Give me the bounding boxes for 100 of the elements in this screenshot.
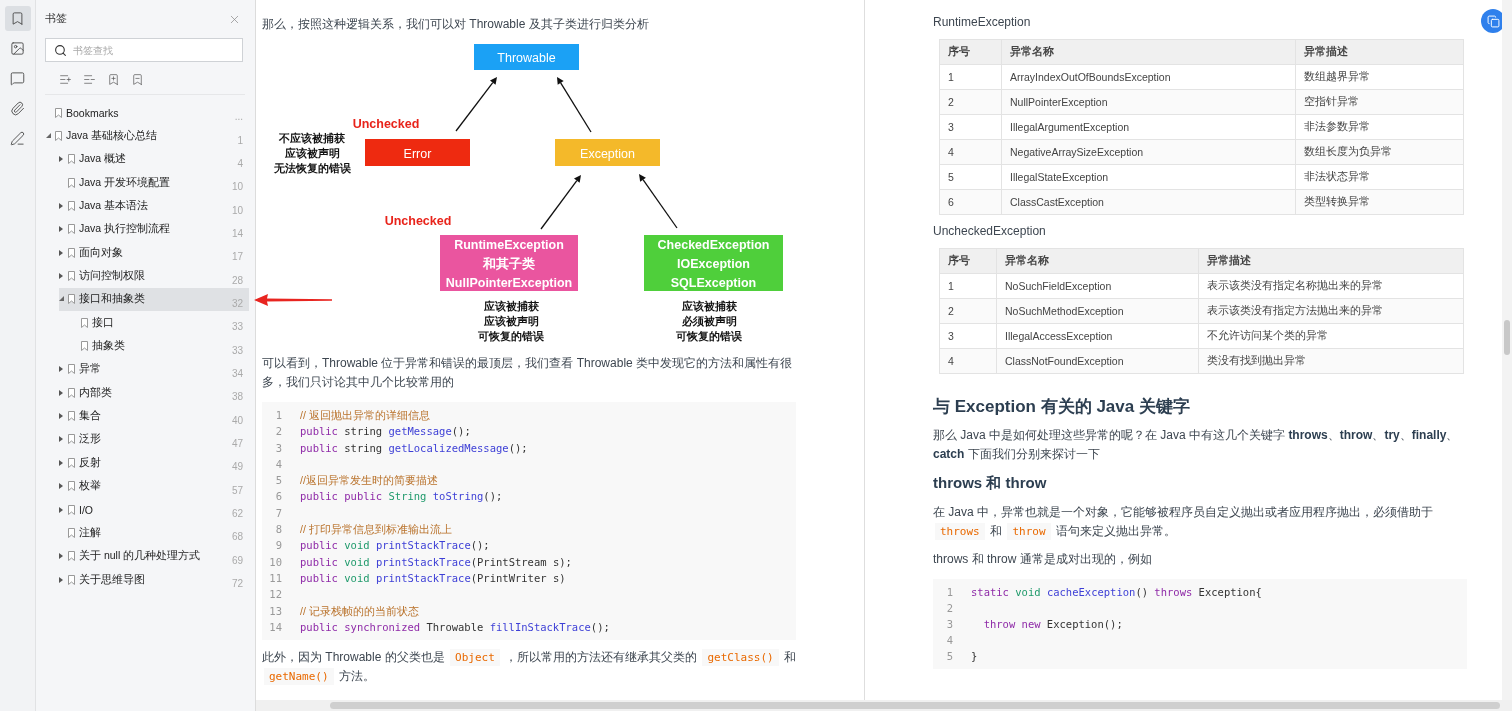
vertical-scrollbar[interactable]	[1502, 0, 1512, 700]
bookmark-icon	[68, 294, 75, 305]
caret-right-icon[interactable]	[59, 366, 64, 373]
code-line: public string getMessage();	[300, 424, 471, 440]
line-number: 11	[268, 570, 283, 586]
search-field[interactable]: 书签查找	[45, 38, 243, 62]
page-number: 72	[231, 577, 244, 590]
line-number: 13	[268, 603, 283, 619]
unchecked-label: Unchecked	[384, 214, 452, 228]
bookmark-item[interactable]: Java 开发环境配置 10	[59, 171, 249, 195]
page-number: 4	[237, 156, 244, 169]
paragraph-text: ，所以常用的方法还有继承其父类的	[504, 650, 699, 665]
table-cell: 数组长度为负异常	[1295, 139, 1464, 165]
code-line: // 返回抛出异常的详细信息	[300, 408, 430, 423]
paragraph: 可以看到，Throwable 位于异常和错误的最顶层，我们查看 Throwable 类中发现它的方法和属性有很多，我们只讨论其中几个比较常用的	[262, 355, 794, 391]
horizontal-scrollbar[interactable]	[256, 700, 1512, 711]
bookmark-icon	[68, 434, 75, 445]
bookmark-icon	[68, 481, 75, 492]
note-text: 不应该被捕获 应该被声明 无法恢复的错误	[273, 132, 351, 174]
table-cell: 空指针异常	[1295, 89, 1464, 115]
bookmark-item[interactable]: 反射 49	[59, 451, 249, 475]
caret-right-icon[interactable]	[59, 226, 64, 233]
bookmark-item[interactable]: 访问控制权限 28	[59, 264, 249, 288]
bookmark-icon	[68, 574, 75, 585]
bookmark-item[interactable]: Java 基础核心总结 1	[46, 124, 249, 148]
bookmark-item[interactable]: I/O 62	[59, 497, 249, 522]
bookmark-item[interactable]: 关于思维导图 72	[59, 567, 249, 592]
table-cell: 4	[939, 348, 997, 374]
column-header: 序号	[939, 39, 1002, 65]
diagram-node: Throwable	[474, 44, 579, 70]
bookmark-label: 访问控制权限	[79, 269, 145, 284]
page-number: 17	[231, 250, 244, 263]
caret-right-icon[interactable]	[59, 576, 64, 583]
floating-action-button[interactable]	[1481, 9, 1505, 33]
bookmark-item[interactable]: 接口 33	[72, 311, 249, 335]
table-cell: ClassNotFoundException	[996, 348, 1199, 374]
line-number: 3	[945, 617, 954, 632]
paragraph: 那么 Java 中是如何处理这些异常的呢？在 Java 中有这几个关键字 throws、throw、try、finally、catch 下面我们分别来探讨一下	[933, 427, 1460, 463]
caret-down-icon[interactable]	[46, 133, 51, 139]
line-number: 3	[274, 440, 283, 456]
table-cell: NullPointerException	[1001, 89, 1296, 115]
bookmark-item[interactable]: 关于 null 的几种处理方式 69	[59, 544, 249, 568]
bookmark-item[interactable]: 泛形 47	[59, 427, 249, 452]
bookmark-item[interactable]: 异常 34	[59, 357, 249, 382]
caret-right-icon[interactable]	[59, 249, 64, 256]
page-number: 10	[231, 180, 244, 193]
caret-down-icon[interactable]	[59, 296, 64, 303]
code-line: public void printStackTrace();	[300, 538, 490, 554]
bookmark-add-icon[interactable]	[107, 73, 120, 86]
code-line: //返回异常发生时的简要描述	[300, 473, 438, 489]
page-number: 40	[231, 413, 244, 426]
page-number: 69	[231, 553, 244, 566]
caret-right-icon[interactable]	[59, 483, 64, 490]
page-number: 49	[231, 460, 244, 473]
table-cell: 4	[939, 139, 1002, 165]
caret-right-icon[interactable]	[59, 553, 64, 560]
caret-right-icon[interactable]	[59, 506, 64, 513]
diagram-node: Error	[365, 139, 470, 166]
table-cell: 2	[939, 298, 997, 324]
page-number: 28	[231, 273, 244, 286]
inline-code: throw	[1007, 523, 1051, 540]
bookmark-icon[interactable]	[4, 6, 31, 31]
caret-right-icon[interactable]	[59, 436, 64, 443]
bookmark-icon	[68, 527, 75, 538]
arrow	[639, 174, 678, 229]
caret-right-icon[interactable]	[59, 273, 64, 280]
page-number: 47	[231, 437, 244, 449]
expand-all-icon[interactable]	[59, 73, 72, 86]
table-cell: NoSuchFieldException	[996, 273, 1199, 299]
collapse-all-icon[interactable]	[83, 73, 96, 86]
bookmark-item[interactable]: Bookmarks ...	[46, 101, 249, 125]
bookmark-remove-icon[interactable]	[131, 73, 144, 86]
table-caption: RuntimeException	[933, 15, 1032, 29]
bookmark-label: 枚举	[79, 479, 101, 494]
bookmark-item[interactable]: 注解 68	[59, 521, 249, 545]
caret-right-icon[interactable]	[59, 156, 64, 163]
caret-right-icon[interactable]	[59, 203, 64, 210]
bookmark-item[interactable]: 接口和抽象类 32	[59, 287, 249, 312]
page-number: 57	[231, 483, 244, 496]
inline-code: getName()	[264, 668, 334, 686]
bookmark-item[interactable]: Java 基本语法 10	[59, 194, 249, 218]
table-cell: 1	[939, 64, 1002, 90]
bookmark-item[interactable]: Java 执行控制流程 14	[59, 217, 249, 242]
inline-code: Object	[450, 649, 500, 667]
bookmark-item[interactable]: Java 概述 4	[59, 147, 249, 172]
inline-code: throws	[935, 523, 985, 540]
bookmark-item[interactable]: 枚举 57	[59, 474, 249, 498]
caret-right-icon[interactable]	[59, 389, 64, 396]
table-caption: UncheckedException	[933, 224, 1047, 238]
unchecked-label: Unchecked	[352, 117, 420, 131]
line-number: 10	[268, 554, 283, 570]
bookmark-label: 注解	[79, 525, 101, 540]
bookmark-item[interactable]: 抽象类 33	[72, 334, 249, 358]
bookmark-item[interactable]: 内部类 38	[59, 381, 249, 405]
paragraph-text: 此外，因为 Throwable 的父类也是	[262, 650, 446, 665]
caret-right-icon[interactable]	[59, 413, 64, 420]
page-number: 62	[231, 507, 244, 519]
caret-right-icon[interactable]	[59, 459, 64, 466]
bookmark-item[interactable]: 集合 40	[59, 404, 249, 428]
bookmark-item[interactable]: 面向对象 17	[59, 241, 249, 265]
